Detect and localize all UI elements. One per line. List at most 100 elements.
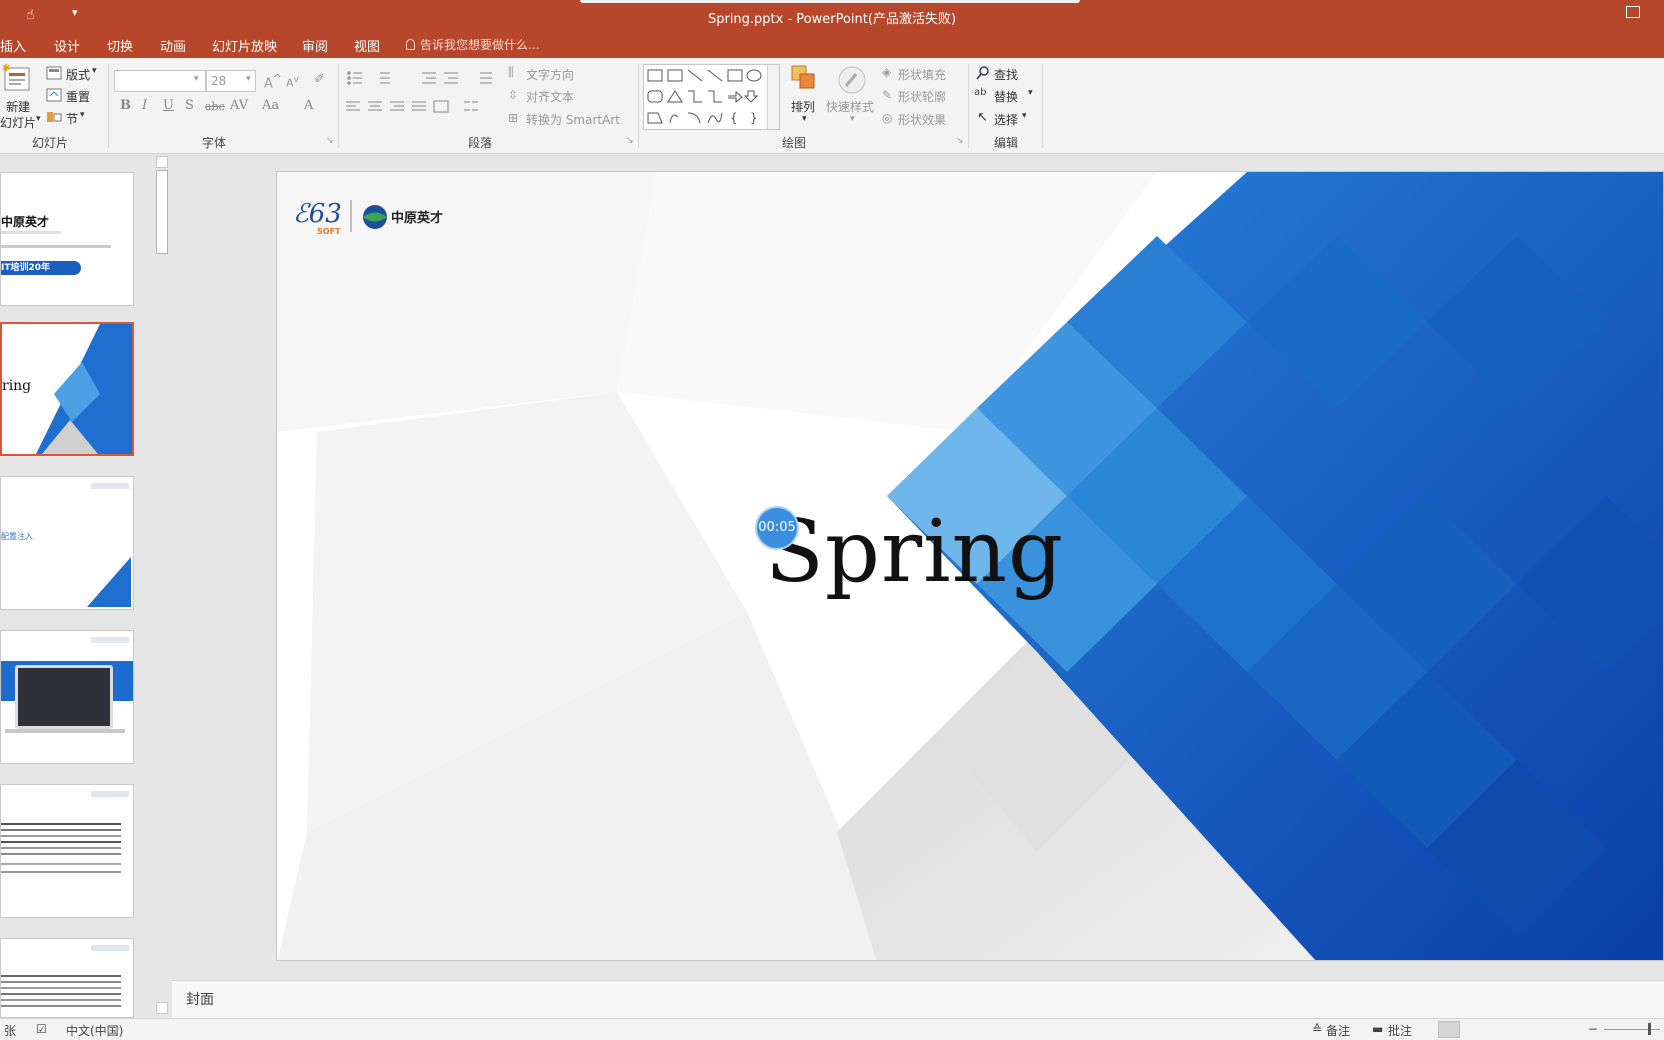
slide-thumbnail-5[interactable] — [0, 784, 134, 918]
font-dialog-launcher-icon[interactable]: ↘ — [326, 136, 334, 146]
arrange-button[interactable]: 排列 — [791, 98, 815, 115]
thumb-5-logo — [91, 791, 129, 797]
font-name-input[interactable] — [114, 70, 206, 92]
shape-fill-button[interactable]: 形状填充 — [898, 66, 946, 83]
normal-view-icon[interactable] — [1438, 1021, 1460, 1038]
convert-smartart-button[interactable]: 转换为 SmartArt — [526, 111, 620, 128]
align-buttons[interactable] — [346, 100, 496, 114]
select-button[interactable]: 选择 — [994, 111, 1018, 128]
logo-soft: SOFT — [317, 227, 341, 236]
replace-icon: ab — [974, 87, 987, 98]
char-spacing-icon[interactable]: AV — [230, 98, 248, 113]
tab-review[interactable]: 审阅 — [302, 36, 328, 55]
shapes-gallery[interactable]: {} — [643, 64, 780, 130]
paragraph-dialog-launcher-icon[interactable]: ↘ — [626, 136, 634, 146]
new-slide-dropdown-icon[interactable]: ▾ — [36, 114, 41, 124]
text-direction-button[interactable]: 文字方向 — [526, 66, 574, 83]
ribbon: ✱ 新建 幻灯片 ▾ 版式 ▾ 重置 节 ▾ 幻灯片 ▾ 28 ▾ A^ Av … — [0, 58, 1664, 154]
drawing-dialog-launcher-icon[interactable]: ↘ — [956, 136, 964, 146]
tab-design[interactable]: 设计 — [54, 36, 80, 55]
change-case-icon[interactable]: Aa — [262, 98, 279, 113]
group-separator — [108, 64, 109, 148]
quick-styles-dropdown-icon[interactable]: ▾ — [850, 114, 855, 124]
slideshow-view-icon[interactable] — [1552, 1021, 1574, 1038]
new-slide-label[interactable]: 新建 — [6, 98, 30, 115]
tab-slideshow[interactable]: 幻灯片放映 — [212, 36, 277, 55]
quick-styles-icon[interactable] — [836, 64, 868, 96]
slide-thumbnail-2[interactable]: ring — [0, 322, 134, 456]
slide-canvas[interactable]: ℰ63 SOFT 中原英才 Spring 00:05 — [276, 171, 1664, 961]
shadow-icon[interactable]: S — [185, 98, 194, 113]
zoom-slider-track[interactable] — [1604, 1029, 1660, 1030]
font-name-dropdown-icon[interactable]: ▾ — [194, 74, 199, 84]
slide-thumbnail-3[interactable]: 配置注入 — [0, 476, 134, 610]
reset-button[interactable]: 重置 — [66, 88, 90, 105]
shapes-gallery-scroll[interactable] — [767, 65, 779, 129]
zoom-slider-thumb[interactable] — [1648, 1023, 1651, 1035]
bold-icon[interactable]: B — [120, 98, 131, 113]
tell-me-text: 告诉我您想要做什么... — [420, 38, 540, 52]
svg-text:✱: ✱ — [2, 63, 10, 74]
tab-animations[interactable]: 动画 — [160, 36, 186, 55]
reading-view-icon[interactable] — [1514, 1021, 1536, 1038]
spelling-check-icon[interactable]: ☑ — [36, 1022, 47, 1036]
shape-effects-button[interactable]: 形状效果 — [898, 111, 946, 128]
slide-title[interactable]: Spring — [765, 502, 1064, 602]
slide-sorter-view-icon[interactable] — [1476, 1021, 1498, 1038]
thumb-6-text-lines — [1, 975, 121, 977]
language-indicator[interactable]: 中文(中国) — [66, 1022, 123, 1039]
shape-effects-icon: ◎ — [882, 111, 893, 125]
arrange-icon[interactable] — [790, 64, 818, 94]
group-separator — [968, 64, 969, 148]
replace-dropdown-icon[interactable]: ▾ — [1028, 88, 1033, 98]
tab-insert[interactable]: 插入 — [0, 36, 26, 55]
list-buttons[interactable] — [346, 70, 506, 86]
strikethrough-icon[interactable]: abc — [205, 100, 225, 113]
italic-icon[interactable]: I — [142, 98, 147, 113]
quick-styles-button[interactable]: 快速样式 — [826, 98, 874, 115]
logo-163-mark: ℰ63 — [293, 199, 342, 229]
notes-toggle-button[interactable]: 备注 — [1326, 1022, 1350, 1039]
status-bar: 张 ☑ 中文(中国) ≙ 备注 ▬ 批注 − — [0, 1018, 1664, 1040]
grow-font-icon[interactable]: A^ — [264, 72, 282, 91]
font-size-dropdown-icon[interactable]: ▾ — [246, 74, 251, 84]
shape-fill-icon: ◈ — [882, 65, 892, 79]
tell-me-search[interactable]: 告诉我您想要做什么... — [406, 36, 539, 53]
ribbon-display-options-icon[interactable] — [1626, 6, 1640, 18]
layout-dropdown-icon[interactable]: ▾ — [92, 66, 97, 76]
comments-button[interactable]: 批注 — [1388, 1022, 1412, 1039]
new-slide-label-2[interactable]: 幻灯片 — [0, 114, 36, 131]
select-dropdown-icon[interactable]: ▾ — [1022, 111, 1027, 121]
text-direction-icon: ⫼ — [508, 65, 514, 79]
slide-thumbnail-6[interactable] — [0, 938, 134, 1018]
group-separator — [638, 64, 639, 148]
tab-transitions[interactable]: 切换 — [107, 36, 133, 55]
font-color-icon[interactable]: A — [304, 98, 313, 113]
layout-button[interactable]: 版式 — [66, 66, 90, 83]
shapes-gallery-icons[interactable]: {} — [644, 65, 768, 129]
scrollbar-thumb[interactable] — [156, 170, 168, 254]
underline-icon[interactable]: U — [163, 98, 174, 113]
group-separator — [1042, 64, 1043, 148]
zoom-out-icon[interactable]: − — [1588, 1022, 1598, 1036]
slide-thumbnail-1[interactable]: 中原英才 IT培训20年 — [0, 172, 134, 306]
notes-text[interactable]: 封面 — [186, 989, 214, 1009]
scroll-down-icon[interactable] — [156, 1002, 168, 1014]
align-text-button[interactable]: 对齐文本 — [526, 88, 574, 105]
find-button[interactable]: 查找 — [994, 66, 1018, 83]
section-button[interactable]: 节 — [66, 110, 78, 127]
replace-button[interactable]: 替换 — [994, 88, 1018, 105]
shrink-font-icon[interactable]: Av — [286, 74, 299, 90]
window-top-edge — [580, 0, 1080, 3]
arrange-dropdown-icon[interactable]: ▾ — [802, 114, 807, 124]
slide-thumbnail-4[interactable] — [0, 630, 134, 764]
clear-format-icon[interactable]: ✐ — [314, 72, 325, 87]
shape-outline-button[interactable]: 形状轮廓 — [898, 88, 946, 105]
tab-view[interactable]: 视图 — [354, 36, 380, 55]
section-dropdown-icon[interactable]: ▾ — [80, 110, 85, 120]
thumbnail-scrollbar[interactable] — [154, 154, 170, 1018]
new-slide-icon[interactable]: ✱ — [2, 62, 32, 96]
scroll-up-icon[interactable] — [156, 156, 168, 168]
svg-text:}: } — [750, 111, 758, 125]
notes-pane[interactable]: 封面 — [172, 980, 1664, 1018]
